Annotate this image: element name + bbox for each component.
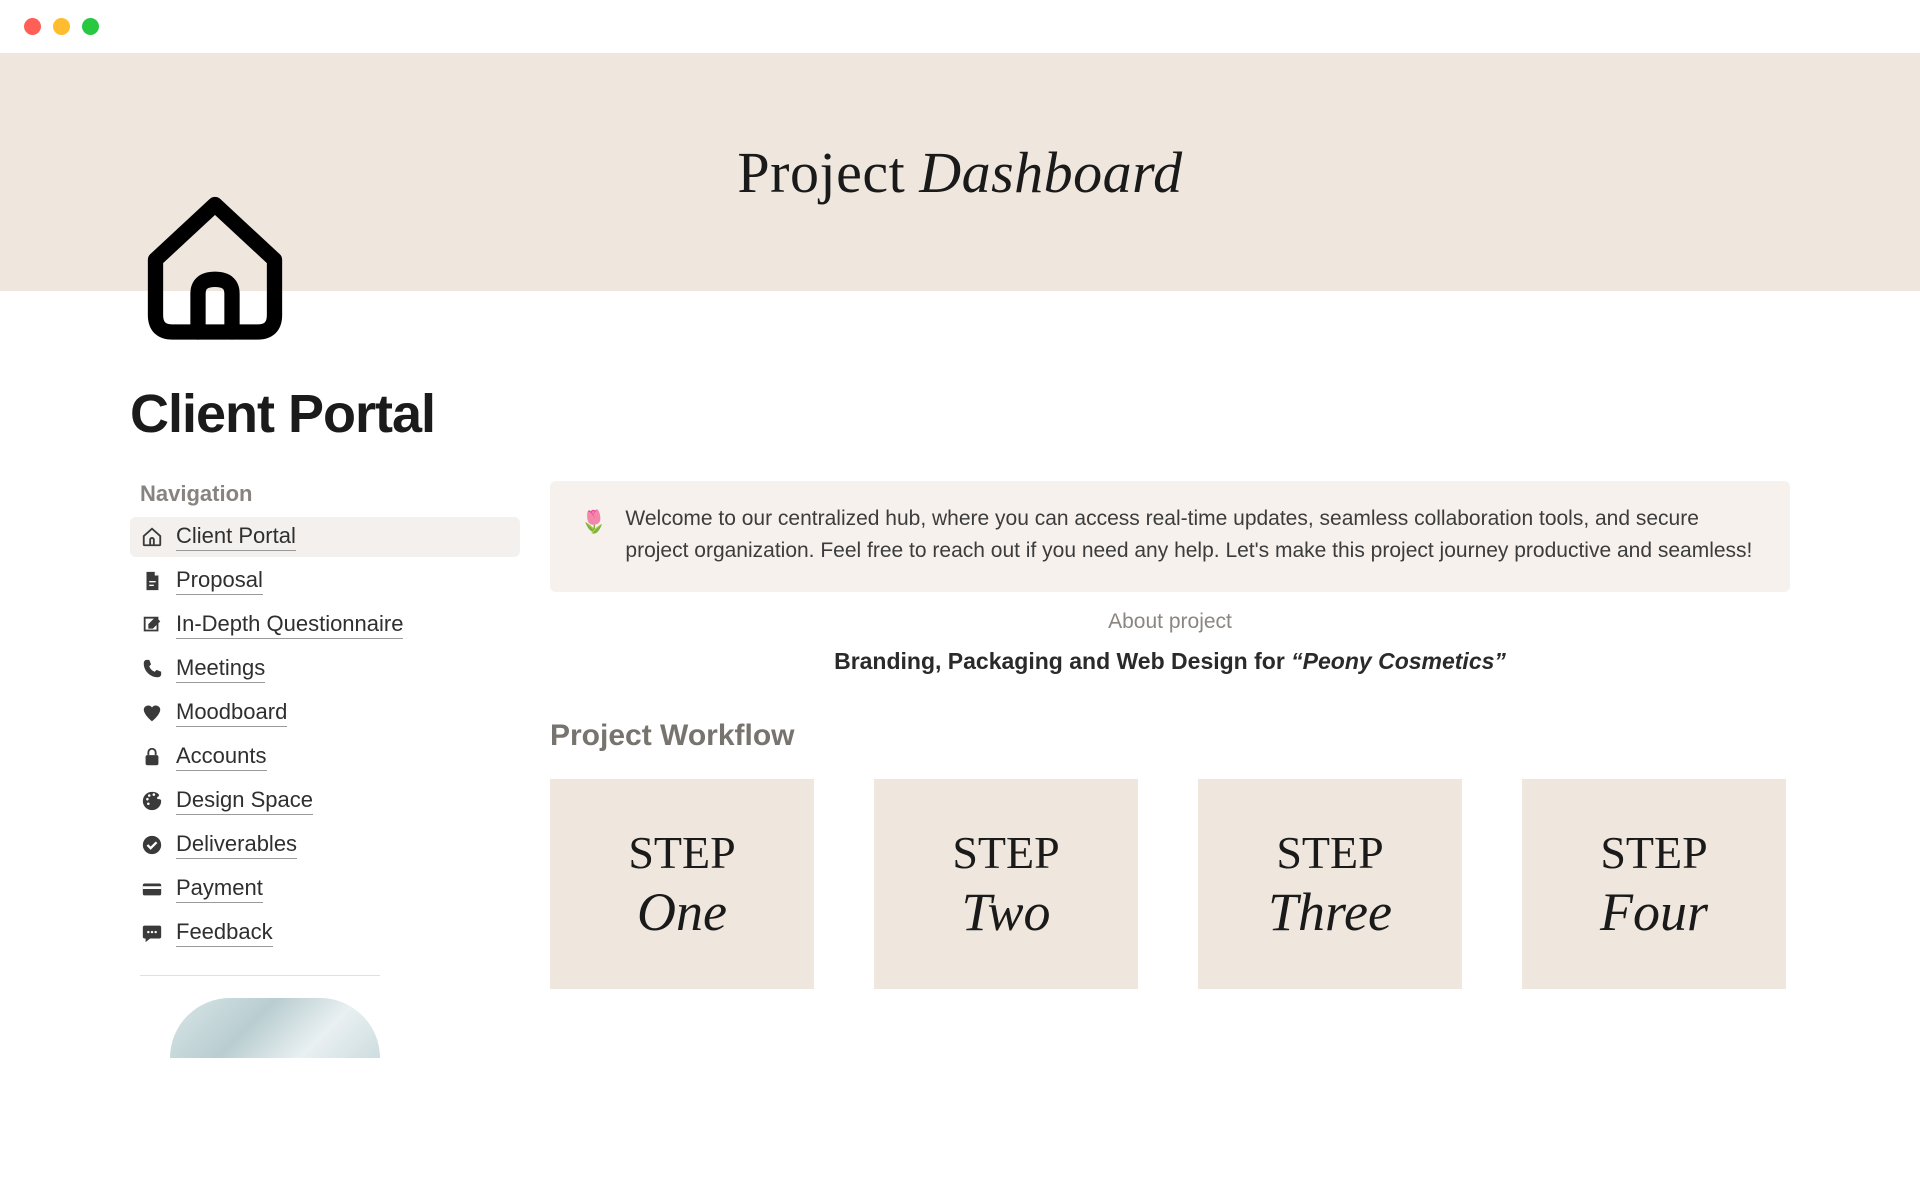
workflow-step-three[interactable]: STEP Three	[1198, 779, 1462, 989]
about-label: About project	[550, 610, 1790, 634]
step-label: STEP	[952, 826, 1059, 879]
step-label: STEP	[628, 826, 735, 879]
nav-item-label: Meetings	[176, 655, 265, 683]
home-icon	[130, 179, 300, 349]
window-minimize-button[interactable]	[53, 18, 70, 35]
nav-item-questionnaire[interactable]: In-Depth Questionnaire	[130, 605, 520, 645]
welcome-callout: 🌷 Welcome to our centralized hub, where …	[550, 481, 1790, 592]
nav-item-label: Design Space	[176, 787, 313, 815]
welcome-text: Welcome to our centralized hub, where yo…	[625, 503, 1760, 566]
banner-title-regular: Project	[737, 139, 905, 206]
nav-item-label: Payment	[176, 875, 263, 903]
nav-item-payment[interactable]: Payment	[130, 869, 520, 909]
window-chrome	[0, 0, 1920, 53]
page-icon	[130, 179, 300, 354]
banner-title: Project Dashboard	[737, 139, 1182, 206]
about-prefix: Branding, Packaging and Web Design for	[834, 648, 1291, 674]
nav-item-accounts[interactable]: Accounts	[130, 737, 520, 777]
heart-icon	[140, 701, 164, 725]
nav-item-design-space[interactable]: Design Space	[130, 781, 520, 821]
window-maximize-button[interactable]	[82, 18, 99, 35]
nav-list: Client Portal Proposal In-Depth Question…	[130, 517, 520, 953]
nav-item-label: Moodboard	[176, 699, 287, 727]
palette-icon	[140, 789, 164, 813]
workflow-steps: STEP One STEP Two STEP Three STEP Four	[550, 779, 1790, 989]
payment-icon	[140, 877, 164, 901]
feedback-icon	[140, 921, 164, 945]
about-text: Branding, Packaging and Web Design for “…	[550, 648, 1790, 675]
nav-item-meetings[interactable]: Meetings	[130, 649, 520, 689]
banner-title-italic: Dashboard	[919, 139, 1182, 206]
avatar	[170, 998, 380, 1058]
step-label: STEP	[1600, 826, 1707, 879]
phone-icon	[140, 657, 164, 681]
nav-item-label: Deliverables	[176, 831, 297, 859]
step-label: STEP	[1276, 826, 1383, 879]
nav-item-feedback[interactable]: Feedback	[130, 913, 520, 953]
step-name: One	[637, 881, 727, 943]
nav-divider	[140, 975, 380, 976]
workflow-step-four[interactable]: STEP Four	[1522, 779, 1786, 989]
nav-item-deliverables[interactable]: Deliverables	[130, 825, 520, 865]
page-title: Client Portal	[130, 383, 520, 445]
window-close-button[interactable]	[24, 18, 41, 35]
workflow-step-one[interactable]: STEP One	[550, 779, 814, 989]
workflow-heading: Project Workflow	[550, 719, 1790, 753]
nav-item-label: Client Portal	[176, 523, 296, 551]
step-name: Two	[961, 881, 1050, 943]
step-name: Four	[1600, 881, 1708, 943]
nav-item-client-portal[interactable]: Client Portal	[130, 517, 520, 557]
nav-item-label: Feedback	[176, 919, 273, 947]
nav-item-label: In-Depth Questionnaire	[176, 611, 403, 639]
about-client: “Peony Cosmetics”	[1291, 648, 1506, 674]
nav-item-label: Accounts	[176, 743, 267, 771]
flower-icon: 🌷	[580, 505, 607, 538]
main-content: 🌷 Welcome to our centralized hub, where …	[520, 291, 1920, 1058]
proposal-icon	[140, 569, 164, 593]
step-name: Three	[1268, 881, 1392, 943]
check-circle-icon	[140, 833, 164, 857]
nav-item-proposal[interactable]: Proposal	[130, 561, 520, 601]
nav-heading: Navigation	[130, 481, 520, 507]
lock-icon	[140, 745, 164, 769]
nav-item-moodboard[interactable]: Moodboard	[130, 693, 520, 733]
nav-item-label: Proposal	[176, 567, 263, 595]
home-icon	[140, 525, 164, 549]
sidebar: Client Portal Navigation Client Portal P…	[0, 291, 520, 1058]
workflow-step-two[interactable]: STEP Two	[874, 779, 1138, 989]
questionnaire-icon	[140, 613, 164, 637]
